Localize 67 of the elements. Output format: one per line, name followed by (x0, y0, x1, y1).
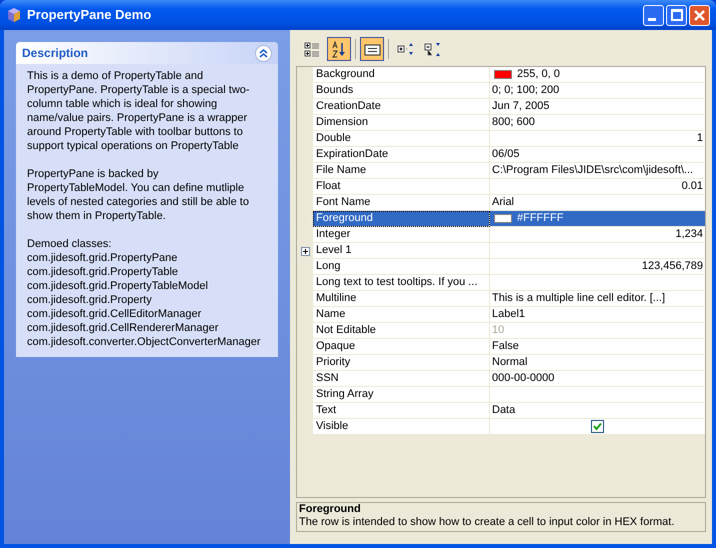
property-value[interactable]: Label1 (492, 306, 526, 323)
property-name[interactable]: Name (313, 307, 490, 323)
property-name[interactable]: Background (313, 67, 490, 83)
class-name: com.jidesoft.grid.CellEditorManager (27, 307, 202, 321)
property-name[interactable]: Long (313, 259, 490, 275)
property-name[interactable]: ExpirationDate (313, 147, 490, 163)
property-name[interactable]: Font Name (313, 195, 490, 211)
minimize-icon (648, 18, 656, 20)
property-value[interactable]: False (492, 338, 519, 355)
property-value[interactable]: Arial (492, 194, 514, 211)
property-name[interactable]: Text (313, 403, 490, 419)
category-list-icon (304, 40, 320, 58)
classes-heading: Demoed classes: (27, 237, 112, 251)
close-icon (694, 10, 705, 20)
value-cell[interactable] (490, 419, 705, 435)
property-name[interactable]: Double (313, 131, 490, 147)
property-name[interactable]: Float (313, 179, 490, 195)
minimize-button[interactable] (643, 4, 664, 26)
description-title: Foreground (299, 503, 362, 516)
property-value[interactable]: 1,234 (675, 226, 703, 243)
property-value[interactable]: Data (492, 402, 516, 419)
property-name[interactable]: Long text to test tooltips. If you ... (313, 275, 490, 291)
collapse-icon (424, 40, 440, 58)
description-button[interactable] (360, 37, 384, 61)
property-name[interactable]: Dimension (313, 115, 490, 131)
property-value[interactable]: 06/05 (492, 146, 520, 163)
description-text: The row is intended to show how to create a cell to input color in HEX format. (299, 516, 676, 529)
collapse-icon[interactable] (255, 44, 272, 62)
value-cell[interactable] (490, 387, 705, 403)
class-name: com.jidesoft.grid.PropertyTable (27, 265, 180, 279)
maximize-button[interactable] (666, 4, 687, 26)
close-button[interactable] (689, 4, 710, 26)
property-name[interactable]: Level 1 (313, 243, 490, 259)
sort-icon (330, 40, 348, 58)
property-name[interactable]: File Name (313, 163, 490, 179)
property-name[interactable]: Opaque (313, 339, 490, 355)
description-paragraph: This is a demo of PropertyTable and PropertyPane. PropertyTable is a special two-column table which is ideal for showing name/value pairs. PropertyPane is a wrapper around PropertyTable with toolbar buttons to support typical operations on PropertyTable (27, 69, 251, 153)
property-name[interactable]: Bounds (313, 83, 490, 99)
property-value[interactable]: Normal (492, 354, 528, 371)
property-name[interactable]: CreationDate (313, 99, 490, 115)
cube-icon (6, 7, 22, 23)
property-value[interactable]: 0.01 (682, 178, 703, 195)
property-name[interactable]: Foreground (313, 211, 490, 227)
expand-icon (396, 40, 414, 58)
property-value[interactable]: 255, 0, 0 (517, 67, 560, 83)
property-value[interactable]: 1 (696, 130, 703, 147)
class-name: com.jidesoft.grid.PropertyTableModel (27, 279, 209, 293)
property-name[interactable]: String Array (313, 387, 490, 403)
property-name[interactable]: Priority (313, 355, 490, 371)
class-name: com.jidesoft.grid.PropertyPane (27, 251, 178, 265)
panel-title: Description (22, 45, 88, 62)
checkbox[interactable] (591, 420, 604, 433)
value-cell[interactable] (490, 243, 705, 259)
property-name[interactable]: SSN (313, 371, 490, 387)
value-cell[interactable] (490, 275, 705, 291)
class-name: com.jidesoft.converter.ObjectConverterManager (27, 335, 262, 349)
class-name: com.jidesoft.grid.Property (27, 293, 153, 307)
window-title: PropertyPane Demo (27, 6, 152, 24)
description-paragraph: PropertyPane is backed by PropertyTableModel. You can define mutliple levels of nested categories and still be able to show them in PropertyTable. (27, 167, 250, 223)
property-name[interactable]: Integer (313, 227, 490, 243)
class-name: com.jidesoft.grid.CellRendererManager (27, 321, 220, 335)
alphabetic-button[interactable] (327, 37, 351, 61)
property-name[interactable]: Not Editable (313, 323, 490, 339)
property-name[interactable]: Visible (313, 419, 490, 435)
maximize-icon (670, 9, 682, 21)
expand-icon[interactable] (300, 246, 310, 256)
property-name[interactable]: Multiline (313, 291, 490, 307)
